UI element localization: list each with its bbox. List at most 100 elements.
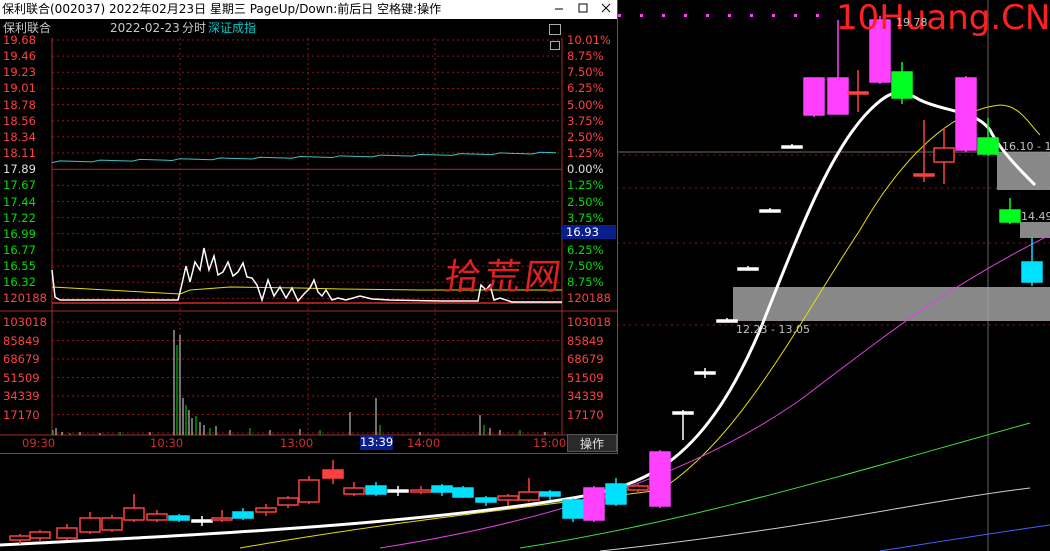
volume-axis-label-right-0: 103018	[567, 315, 611, 329]
candle-body	[410, 489, 432, 493]
price-axis-label-9: 17.67	[3, 178, 36, 193]
volume-axis-label-3: 51509	[3, 370, 40, 385]
price-axis-label-15: 16.32	[3, 275, 36, 290]
candle-body	[56, 527, 78, 539]
candle-body	[277, 497, 299, 506]
kline-high-label: 19.78	[896, 16, 928, 29]
kline-range-label-3: 12.23 - 13.05	[736, 323, 810, 336]
percent-axis-label-15: 8.75%	[567, 275, 604, 290]
price-axis-label-12: 16.99	[3, 226, 36, 241]
volume-bars	[52, 330, 546, 435]
candle-body	[933, 147, 955, 163]
candle-body	[298, 479, 320, 503]
candle-body	[803, 77, 825, 116]
intraday-popup-window[interactable]: 保利联合(002037) 2022年02月23日 星期三 PageUp/Down…	[0, 0, 618, 454]
candle-body	[891, 71, 913, 99]
candle-body	[955, 77, 977, 151]
candle-body	[101, 517, 123, 531]
price-axis-label-5: 18.56	[3, 113, 36, 128]
time-label-0930: 09:30	[22, 436, 56, 450]
volume-axis-label-right-3: 51509	[567, 370, 604, 385]
index-line	[51, 151, 557, 164]
candle-body	[672, 411, 694, 415]
operation-button[interactable]: 操作	[567, 434, 617, 452]
candle-body	[913, 173, 935, 177]
candle-body	[232, 511, 254, 519]
time-cursor-label: 13:39	[360, 435, 394, 450]
candle-body	[343, 487, 365, 495]
candle-body	[781, 145, 803, 149]
price-axis-label-11: 17.22	[3, 210, 36, 225]
candle-body	[605, 483, 627, 505]
candle-body	[431, 485, 453, 493]
time-label-1030: 10:30	[150, 436, 184, 450]
ma120-line	[879, 524, 1050, 551]
current-price-marker: 16.93	[562, 225, 616, 239]
volume-axis-label-2: 68679	[3, 352, 40, 366]
kline-range-label-2: 14.49	[1021, 210, 1050, 223]
percent-axis-label-4: 5.00%	[567, 97, 604, 112]
kline-range-box	[733, 287, 1050, 321]
volume-axis-label-4: 34339	[3, 389, 40, 403]
seal-watermark: 拾荒网	[441, 257, 568, 298]
site-watermark: 10Huang.CN	[836, 0, 1050, 38]
candle-body	[847, 91, 869, 95]
percent-axis-label-11: 3.75%	[567, 210, 604, 225]
volume-axis-label-1: 85849	[3, 333, 40, 348]
price-axis-label-14: 16.55	[3, 259, 36, 274]
volume-axis-label-right-4: 34339	[567, 389, 604, 403]
time-label-1500: 15:00	[533, 436, 567, 450]
price-axis-label-10: 17.44	[3, 194, 36, 209]
percent-axis-label-8: 0.00%	[567, 162, 604, 177]
candle-body	[168, 515, 190, 521]
intraday-chart[interactable]	[0, 0, 617, 453]
candle-body	[79, 517, 101, 533]
volume-axis-label-right-1: 85849	[567, 333, 604, 348]
dotted-line-decoration	[618, 14, 833, 17]
price-axis-label-2: 19.23	[3, 65, 36, 80]
price-axis-label-7: 18.11	[3, 146, 36, 161]
kline-range-boxes	[733, 152, 1050, 321]
price-axis-label-16: 120188	[3, 291, 47, 306]
candle-body	[827, 77, 849, 115]
candle-body	[649, 451, 671, 507]
candle-body	[539, 491, 561, 497]
percent-axis-label-14: 7.50%	[567, 259, 604, 274]
candle-body	[191, 519, 213, 523]
candle-body	[694, 371, 716, 375]
kline-range-label-1: 16.10 - 1	[1002, 140, 1050, 153]
candle-body	[322, 469, 344, 479]
candle-body	[387, 489, 409, 493]
time-label-1400: 14:00	[407, 436, 441, 450]
intraday-grid	[0, 38, 617, 436]
percent-axis-label-16: 120188	[567, 291, 611, 306]
time-label-1300: 13:00	[280, 436, 314, 450]
candle-body	[497, 495, 519, 501]
price-axis-label-3: 19.01	[3, 81, 36, 96]
candle-body	[977, 137, 999, 155]
candle-body	[716, 319, 738, 323]
volume-axis-label-0: 103018	[3, 315, 47, 329]
candle-body	[123, 507, 145, 521]
kline-range-box	[1020, 222, 1050, 238]
candle-body	[583, 487, 605, 521]
percent-axis-label-3: 6.25%	[567, 81, 604, 96]
percent-axis-label-2: 7.50%	[567, 65, 604, 80]
candle-body	[9, 535, 31, 541]
candle-body	[146, 513, 168, 521]
candle-body	[759, 209, 781, 213]
kline-range-box	[997, 152, 1050, 190]
candle-body	[999, 209, 1021, 223]
volume-axis-label-right-5: 17170	[567, 407, 604, 422]
price-axis-label-4: 18.78	[3, 97, 36, 112]
price-axis-label-0: 19.68	[3, 33, 36, 47]
candle-body	[627, 485, 649, 491]
candle-body	[365, 485, 387, 495]
percent-axis-label-10: 2.50%	[567, 194, 604, 209]
candle-body	[562, 499, 584, 519]
price-axis-label-6: 18.34	[3, 129, 36, 144]
candle-body	[211, 517, 233, 521]
candle-body	[255, 507, 277, 513]
percent-axis-label-6: 2.50%	[567, 129, 604, 144]
percent-axis-label-7: 1.25%	[567, 146, 604, 161]
